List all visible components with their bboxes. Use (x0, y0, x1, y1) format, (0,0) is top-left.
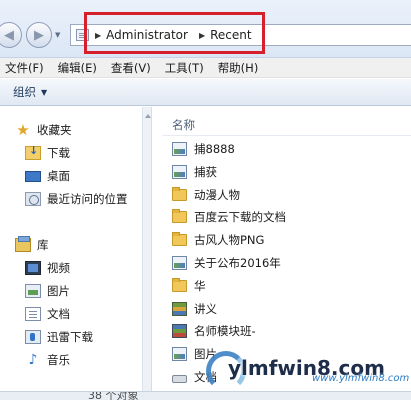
menu-tools[interactable]: 工具(T) (165, 60, 204, 76)
file-list-item[interactable]: 华 (172, 277, 206, 295)
nav-item-thunder-downloads[interactable]: 迅雷下载 (25, 328, 93, 346)
nav-item-label: 文档 (47, 307, 70, 321)
document-icon (25, 307, 41, 321)
nav-item-music[interactable]: ♪ 音乐 (25, 351, 70, 369)
file-name: 讲义 (194, 301, 217, 316)
nav-item-documents[interactable]: 文档 (25, 305, 70, 323)
back-arrow-icon: ◀ (4, 27, 14, 43)
file-list-item[interactable]: 捕8888 (172, 140, 235, 158)
file-name: 百度云下载的文档 (194, 210, 286, 225)
file-list-item[interactable]: 图片 (172, 345, 217, 363)
nav-libraries-label: 库 (37, 238, 49, 252)
navigation-pane: ★ 收藏夹 下载 桌面 最近访问的位置 库 视频 图片 文档 迅雷下载 ♪ 音乐 (0, 107, 152, 400)
file-list-item[interactable]: 动漫人物 (172, 186, 240, 204)
file-name: 关于公布2016年 (194, 256, 281, 270)
nav-item-label: 桌面 (47, 169, 70, 183)
file-list-pane: 名称 捕8888 捕获动漫人物百度云下载的文档 古风人物PNG 关于公布2016年华讲… (153, 107, 411, 400)
folder-icon (172, 209, 187, 224)
image-icon (172, 347, 187, 362)
nav-item-desktop[interactable]: 桌面 (25, 167, 70, 185)
nav-item-label: 音乐 (47, 353, 70, 367)
image-icon (172, 142, 187, 156)
nav-favorites-label: 收藏夹 (37, 123, 72, 137)
file-list-item[interactable]: 古风人物PNG (172, 231, 264, 249)
column-header-name[interactable]: 名称 (172, 117, 195, 133)
back-button[interactable]: ◀ (0, 22, 22, 48)
nav-scrollbar[interactable] (142, 107, 151, 400)
nav-item-label: 图片 (47, 284, 70, 298)
star-icon: ★ (16, 121, 30, 139)
menu-help[interactable]: 帮助(H) (218, 60, 259, 76)
video-icon (25, 261, 41, 275)
file-name: 华 (194, 278, 206, 293)
file-list-item[interactable]: 捕获 (172, 163, 217, 181)
image-icon (172, 164, 187, 179)
folder-icon (172, 232, 187, 247)
recent-pages-dropdown-icon[interactable]: ▼ (55, 31, 60, 39)
nav-item-label: 视频 (47, 261, 70, 275)
image-icon (172, 256, 187, 270)
picture-icon (25, 284, 41, 298)
organize-button[interactable]: 组织 (13, 84, 36, 100)
chevron-down-icon: ▼ (41, 87, 48, 97)
file-name: 名师模块班- (194, 324, 256, 339)
menu-view[interactable]: 查看(V) (111, 60, 151, 76)
file-list-item[interactable]: 百度云下载的文档 (172, 208, 286, 226)
menu-bar: 文件(F) 编辑(E) 查看(V) 工具(T) 帮助(H) (0, 58, 411, 78)
forward-button[interactable]: ▶ (26, 22, 52, 48)
file-name: 古风人物PNG (194, 233, 265, 248)
forward-arrow-icon: ▶ (34, 27, 44, 43)
file-name: 捕8888 (194, 142, 235, 156)
nav-libraries[interactable]: 库 (15, 236, 49, 254)
folder-icon (172, 186, 187, 201)
nav-favorites[interactable]: ★ 收藏夹 (15, 121, 72, 139)
status-item-count: 38 个对象 (88, 391, 139, 400)
command-toolbar: 组织 ▼ (0, 79, 411, 106)
nav-item-label: 下载 (47, 146, 70, 160)
file-list-item[interactable]: 名师模块班- (172, 322, 256, 340)
header-divider (163, 135, 411, 136)
folder-icon (172, 277, 187, 292)
nav-item-downloads[interactable]: 下载 (25, 144, 70, 162)
file-list-item[interactable]: 关于公布2016年 (172, 254, 281, 272)
recent-places-icon (25, 192, 41, 206)
status-bar: 38 个对象 (0, 391, 411, 400)
address-bar-row: ◀ ▶ ▼ ▶ Administrator ▶ Recent (0, 0, 411, 58)
nav-item-label: 迅雷下载 (47, 330, 93, 344)
thunder-download-icon (25, 330, 41, 344)
nav-item-videos[interactable]: 视频 (25, 259, 70, 277)
file-name: 图片 (194, 347, 217, 362)
menu-file[interactable]: 文件(F) (5, 60, 44, 76)
book-icon (172, 324, 187, 339)
book-icon (172, 301, 187, 316)
nav-item-pictures[interactable]: 图片 (25, 282, 70, 300)
desktop-icon (25, 170, 41, 182)
file-name: 文档 (194, 370, 217, 384)
nav-item-label: 最近访问的位置 (47, 192, 128, 206)
download-folder-icon (25, 144, 41, 160)
red-highlight-box (84, 12, 265, 54)
file-list-item[interactable]: 文档 (172, 368, 217, 386)
drive-icon (172, 375, 187, 383)
file-name: 动漫人物 (194, 187, 240, 202)
nav-item-recent-places[interactable]: 最近访问的位置 (25, 190, 128, 208)
file-name: 捕获 (194, 164, 217, 179)
menu-edit[interactable]: 编辑(E) (58, 60, 97, 76)
music-icon: ♪ (28, 352, 38, 368)
library-icon (15, 236, 31, 252)
file-list-item[interactable]: 讲义 (172, 300, 217, 318)
